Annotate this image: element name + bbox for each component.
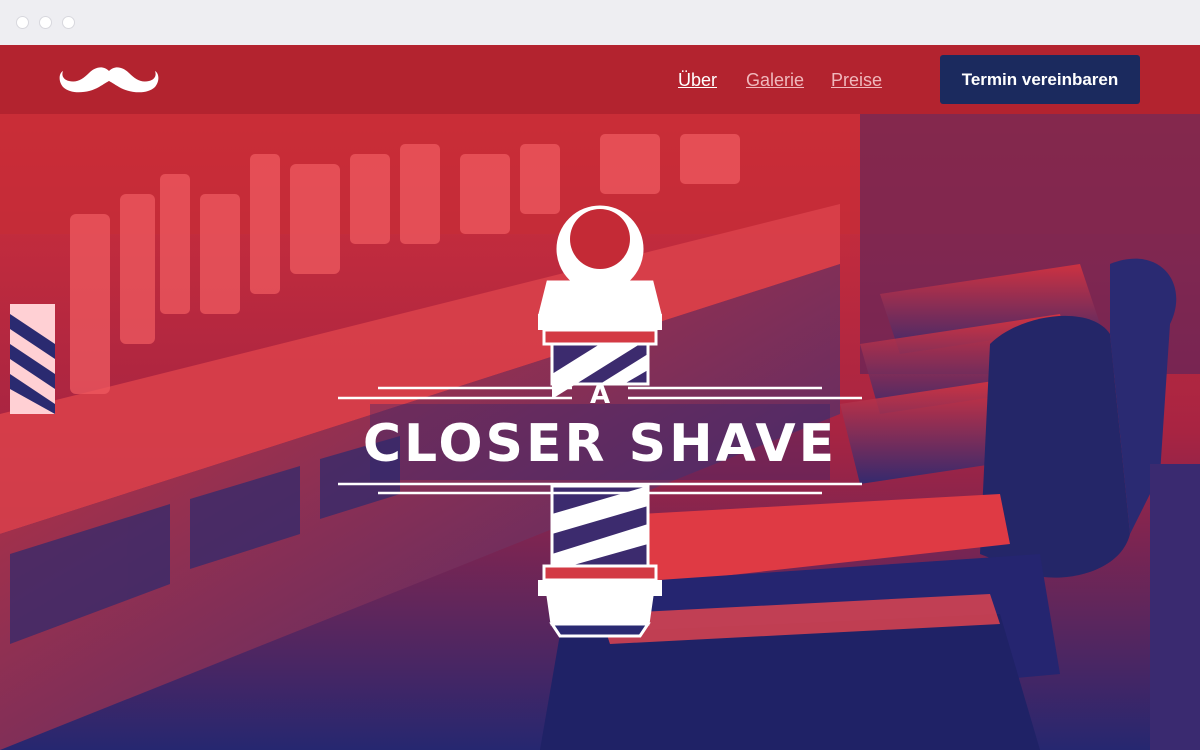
browser-window: Über Galerie Preise Termin vereinbaren A…: [0, 0, 1200, 750]
window-minimize-button[interactable]: [39, 16, 52, 29]
site-header: Über Galerie Preise Termin vereinbaren: [0, 45, 1200, 114]
window-close-button[interactable]: [16, 16, 29, 29]
nav-item-galerie[interactable]: Galerie: [746, 70, 804, 91]
logo-link[interactable]: [59, 65, 159, 95]
nav-item-uber[interactable]: Über: [678, 70, 717, 91]
hero-title: CLOSER SHAVE: [362, 414, 838, 474]
window-maximize-button[interactable]: [62, 16, 75, 29]
browser-titlebar: [0, 0, 1200, 45]
nav-item-preise[interactable]: Preise: [831, 70, 882, 91]
hero-section: A CLOSER SHAVE: [0, 114, 1200, 750]
book-appointment-button[interactable]: Termin vereinbaren: [940, 55, 1140, 104]
mustache-icon: [59, 67, 159, 93]
hero-title-small: A: [589, 380, 611, 410]
